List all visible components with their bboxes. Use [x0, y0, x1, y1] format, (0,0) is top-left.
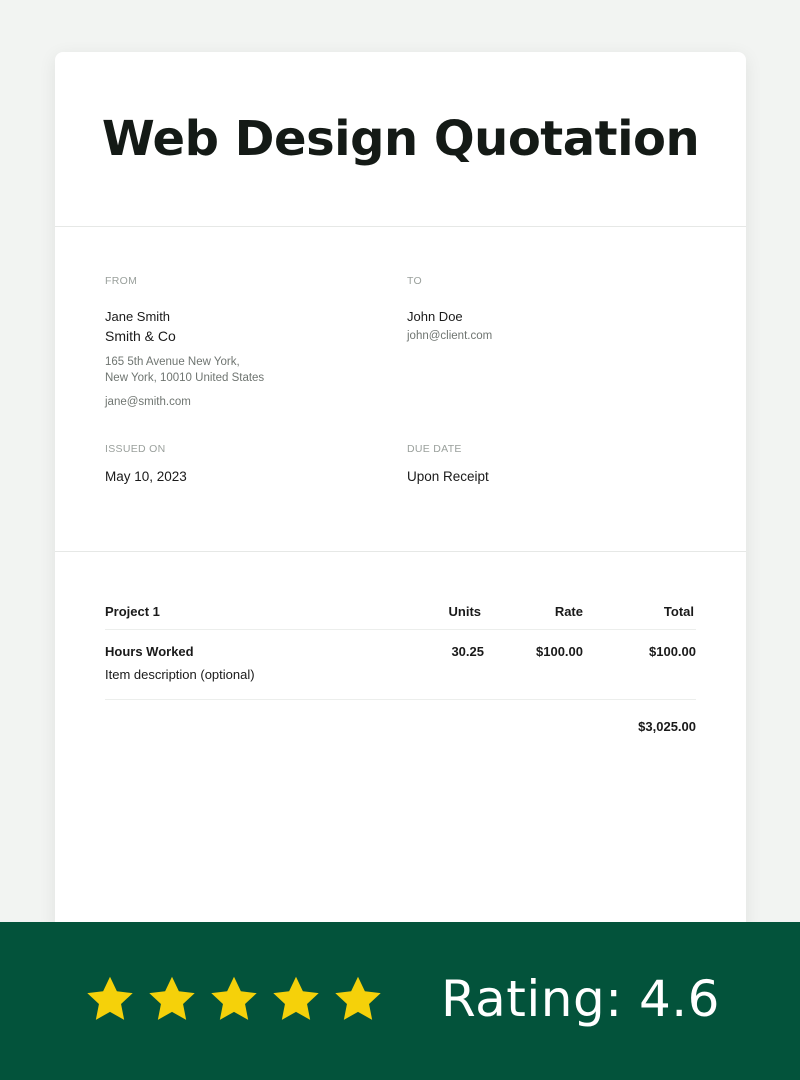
from-label: FROM: [105, 275, 138, 287]
quotation-header: Web Design Quotation: [55, 52, 746, 227]
to-block: TO John Doe john@client.com: [407, 275, 492, 344]
from-address-line2: New York, 10010 United States: [105, 372, 265, 384]
issued-date: May 10, 2023: [105, 469, 187, 484]
header-total: Total: [663, 604, 694, 619]
star-rating: [85, 975, 383, 1023]
star-icon: [271, 975, 321, 1023]
to-name: John Doe: [407, 309, 463, 324]
header-rate: Rate: [554, 604, 583, 619]
header-project: Project 1: [105, 604, 160, 619]
item-rate: $100.00: [536, 644, 583, 659]
issued-label: ISSUED ON: [105, 443, 166, 455]
table-header: Project 1 Units Rate Total: [105, 604, 696, 630]
item-total: $100.00: [649, 644, 696, 659]
star-icon: [85, 975, 135, 1023]
from-name: Jane Smith: [105, 309, 171, 324]
to-email: john@client.com: [407, 330, 493, 342]
due-block: DUE DATE Upon Receipt: [407, 443, 489, 484]
star-icon: [147, 975, 197, 1023]
header-units: Units: [448, 604, 482, 619]
star-icon: [333, 975, 383, 1023]
parties-section: FROM Jane Smith Smith & Co 165 5th Avenu…: [55, 227, 746, 552]
from-company: Smith & Co: [105, 328, 176, 344]
issued-block: ISSUED ON May 10, 2023: [105, 443, 187, 484]
from-email: jane@smith.com: [105, 396, 191, 408]
item-name: Hours Worked: [105, 644, 194, 659]
due-date: Upon Receipt: [407, 469, 489, 484]
rating-text: Rating: 4.6: [441, 970, 720, 1028]
item-units: 30.25: [451, 644, 484, 659]
star-icon: [209, 975, 259, 1023]
quotation-card: Web Design Quotation FROM Jane Smith Smi…: [55, 52, 746, 932]
table-row: Hours Worked Item description (optional)…: [105, 644, 696, 700]
due-label: DUE DATE: [407, 443, 462, 455]
document-title: Web Design Quotation: [101, 111, 700, 167]
item-description: Item description (optional): [105, 667, 255, 682]
from-address-line1: 165 5th Avenue New York,: [105, 356, 240, 368]
to-label: TO: [407, 275, 422, 287]
grand-total: $3,025.00: [638, 719, 696, 734]
from-block: FROM Jane Smith Smith & Co 165 5th Avenu…: [105, 275, 264, 410]
